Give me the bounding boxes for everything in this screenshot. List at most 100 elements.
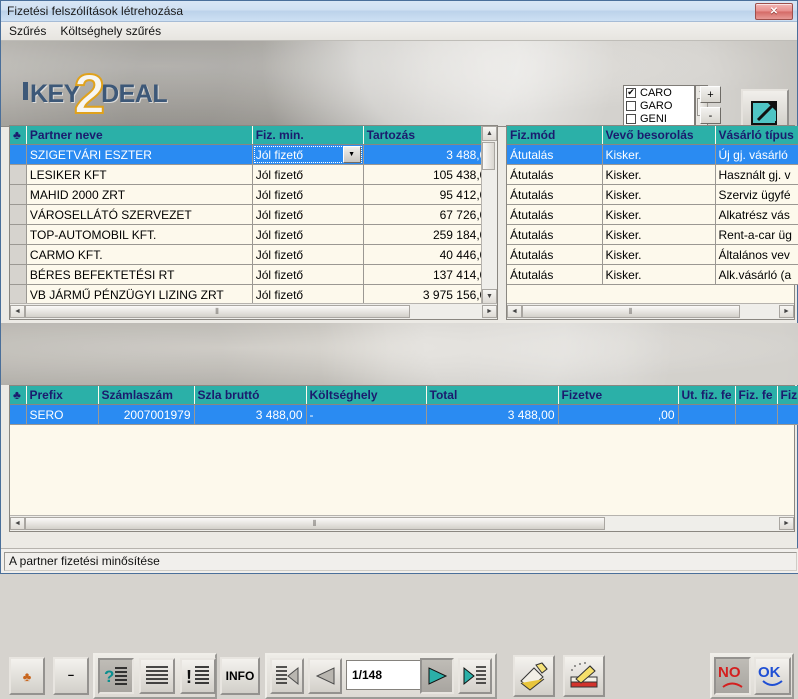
checkbox-garo[interactable] [626,100,636,111]
cell-payment[interactable] [735,404,778,425]
cell-debt[interactable]: 3 975 156,00 [363,284,498,305]
cell-rating[interactable]: Jól fizető [252,204,364,225]
column-header-fiz-felsz[interactable]: Fiz. felsz. [777,386,798,405]
cell-rating[interactable]: Jól fizető [252,224,364,245]
cell-buyer-type[interactable]: Új gj. vásárló [715,144,798,165]
close-button[interactable]: ✕ [755,2,793,20]
cell-debt[interactable]: 40 446,00 [363,244,498,265]
cell-payment-mode[interactable]: Átutalás [507,224,603,245]
detail-grid-hscrollbar[interactable]: ◄ ⦀ ► [507,303,794,319]
detail-grid[interactable]: Fiz.mód Vevő besorolás Vásárló típus Átu… [506,125,798,320]
scrollbar-thumb[interactable]: ⦀ [25,305,410,318]
delete-record-button[interactable]: − [53,657,89,695]
edit-document-button[interactable] [513,655,555,697]
scroll-right-icon[interactable]: ► [779,305,794,318]
cell-customer-class[interactable]: Kisker. [602,204,716,225]
last-record-button[interactable] [458,658,492,694]
table-row[interactable]: Átutalás Kisker. Használt gj. v [507,164,798,185]
remove-filter-button[interactable]: - [700,107,721,124]
table-row[interactable]: SZIGETVÁRI ESZTER Jól fizető ▼ 3 488,00 [10,144,498,165]
filter-list-button[interactable]: ! [180,658,216,694]
cell-buyer-type[interactable]: Alkatrész vás [715,204,798,225]
cell-debt[interactable]: 3 488,00 [363,144,498,165]
grid-corner-icon[interactable]: ♣ [10,386,27,405]
cell-customer-class[interactable]: Kisker. [602,184,716,205]
scroll-left-icon[interactable]: ◄ [10,517,25,530]
cell-customer-class[interactable]: Kisker. [602,244,716,265]
cell-rating[interactable]: Jól fizető [252,164,364,185]
scrollbar-thumb[interactable]: ⦀ [25,517,605,530]
cell-buyer-type[interactable]: Alk.vásárló (a [715,264,798,285]
column-header-partner-neve[interactable]: Partner neve [26,126,253,145]
cell-payment-mode[interactable]: Átutalás [507,244,603,265]
table-row[interactable]: LESIKER KFT Jól fizető 105 438,00 [10,164,498,185]
cell-customer-class[interactable]: Kisker. [602,224,716,245]
table-row[interactable]: BÉRES BEFEKTETÉSI RT Jól fizető 137 414,… [10,264,498,285]
cell-rating[interactable]: Jól fizető [252,244,364,265]
table-row[interactable]: Átutalás Kisker. Általános vev [507,244,798,265]
add-filter-button[interactable]: + [700,86,721,103]
partner-grid-vscrollbar[interactable]: ▲ ▼ [481,126,497,304]
table-row[interactable]: Átutalás Kisker. Új gj. vásárló [507,144,798,165]
scroll-right-icon[interactable]: ► [482,305,497,318]
column-header-szla-brutto[interactable]: Szla bruttó [194,386,307,405]
partner-grid[interactable]: ♣ Partner neve Fiz. min. Tartozás SZIGET… [9,125,498,320]
cell-payment-mode[interactable]: Átutalás [507,184,603,205]
cell-total[interactable]: 3 488,00 [426,404,559,425]
scroll-up-icon[interactable]: ▲ [482,126,497,141]
grid-corner-icon[interactable]: ♣ [10,126,27,145]
table-row[interactable]: MAHID 2000 ZRT Jól fizető 95 412,00 [10,184,498,205]
table-row[interactable]: Átutalás Kisker. Szerviz ügyfé [507,184,798,205]
table-row[interactable]: Átutalás Kisker. Alk.vásárló (a [507,264,798,285]
list-item[interactable]: GARO [624,99,694,112]
table-row[interactable]: Átutalás Kisker. Alkatrész vás [507,204,798,225]
previous-record-button[interactable] [308,658,342,694]
cell-cost-center[interactable]: - [306,404,427,425]
checkbox-geni[interactable] [626,113,636,124]
cell-payment-mode[interactable]: Átutalás [507,164,603,185]
scrollbar-track[interactable]: ⦀ [25,517,779,530]
column-header-vevo-besorolas[interactable]: Vevő besorolás [602,126,716,145]
cell-rating[interactable]: Jól fizető [252,184,364,205]
cell-prefix[interactable]: SERO [26,404,99,425]
export-button[interactable] [741,89,789,126]
scroll-right-icon[interactable]: ► [779,517,794,530]
cell-paid[interactable]: ,00 [558,404,679,425]
menu-item-szures[interactable]: Szűrés [9,24,46,38]
menu-item-koltseghely-szures[interactable]: Költséghely szűrés [60,24,161,38]
cell-payment-mode[interactable]: Átutalás [507,204,603,225]
mark-document-button[interactable] [563,655,605,697]
cell-buyer-type[interactable]: Szerviz ügyfé [715,184,798,205]
column-header-tartozas[interactable]: Tartozás [363,126,498,145]
column-header-prefix[interactable]: Prefix [26,386,99,405]
add-record-button[interactable]: ♣ [9,657,45,695]
query-button[interactable]: ? [98,658,134,694]
cell-debt[interactable]: 67 726,00 [363,204,498,225]
scrollbar-track[interactable]: ⦀ [25,305,482,318]
table-row[interactable]: CARMO KFT. Jól fizető 40 446,00 [10,244,498,265]
cell-customer-class[interactable]: Kisker. [602,164,716,185]
cell-partner-name[interactable]: MAHID 2000 ZRT [26,184,253,205]
invoice-grid[interactable]: ♣ Prefix Számlaszám Szla bruttó Költségh… [9,385,798,532]
column-header-fizetve[interactable]: Fizetve [558,386,679,405]
company-filter-list[interactable]: ✔ CARO GARO GENI ✔ GENO [623,85,695,126]
cell-debt[interactable]: 95 412,00 [363,184,498,205]
cell-buyer-type[interactable]: Rent-a-car üg [715,224,798,245]
table-row[interactable]: VÁROSELLÁTÓ SZERVEZET Jól fizető 67 726,… [10,204,498,225]
row-selector[interactable] [10,284,27,305]
cell-rating[interactable]: Jól fizető [252,284,364,305]
partner-grid-hscrollbar[interactable]: ◄ ⦀ ► [10,303,497,319]
no-button[interactable]: NO [714,657,751,695]
ok-button[interactable]: OK [754,657,791,695]
record-position-field[interactable]: 1/148 [346,660,422,690]
cell-notice[interactable]: 0000.00 [777,404,798,425]
cell-partner-name[interactable]: LESIKER KFT [26,164,253,185]
cell-payment-mode[interactable]: Átutalás [507,264,603,285]
column-header-vasarlo-tipus[interactable]: Vásárló típus [715,126,798,145]
cell-debt[interactable]: 137 414,00 [363,264,498,285]
cell-partner-name[interactable]: SZIGETVÁRI ESZTER [26,144,253,165]
cell-partner-name[interactable]: VÁROSELLÁTÓ SZERVEZET [26,204,253,225]
cell-debt[interactable]: 105 438,00 [363,164,498,185]
table-row[interactable]: VB JÁRMŰ PÉNZÜGYI LIZING ZRT Jól fizető … [10,284,498,305]
cell-customer-class[interactable]: Kisker. [602,264,716,285]
